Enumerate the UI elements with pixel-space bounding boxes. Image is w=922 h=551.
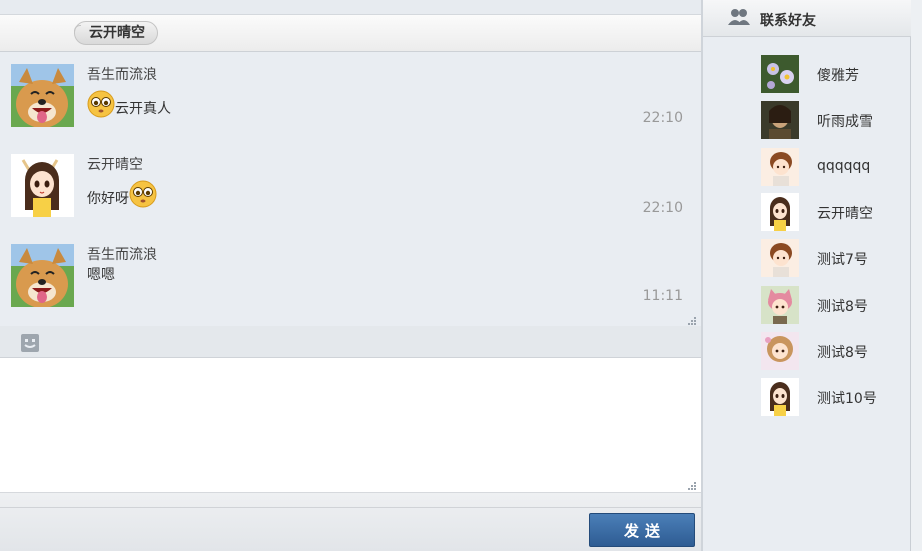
- message-text: 嗯嗯: [87, 267, 115, 283]
- contact-name: 测试8号: [817, 299, 868, 315]
- emoji-icon: [129, 180, 157, 208]
- resize-grip-icon[interactable]: [687, 479, 697, 490]
- message-body: 嗯嗯: [87, 264, 115, 284]
- footer-divider: [0, 507, 701, 508]
- chat-header: 云开晴空: [0, 14, 701, 52]
- message-sender: 吾生而流浪: [87, 247, 157, 263]
- resize-grip-icon[interactable]: [687, 314, 697, 325]
- contact-item[interactable]: 听雨成雪: [703, 101, 911, 141]
- message-sender: 吾生而流浪: [87, 67, 157, 83]
- contact-name: 测试8号: [817, 345, 868, 361]
- contact-name: 听雨成雪: [817, 114, 873, 130]
- contact-item[interactable]: 云开晴空: [703, 193, 911, 233]
- dog-avatar[interactable]: [11, 244, 74, 307]
- contact-item[interactable]: 测试10号: [703, 378, 911, 418]
- contact-name: qqqqqq: [817, 158, 871, 174]
- contact-name: 云开晴空: [817, 206, 873, 222]
- contact-item[interactable]: 傻雅芳: [703, 55, 911, 95]
- friends-icon: [728, 8, 750, 26]
- contact-item[interactable]: 测试7号: [703, 239, 911, 279]
- message-sender: 云开晴空: [87, 157, 143, 173]
- anime-girl-avatar[interactable]: [11, 154, 74, 217]
- anime-girl-avatar: [761, 378, 799, 416]
- message-text: 云开真人: [115, 101, 171, 117]
- input-toolbar: [0, 326, 701, 358]
- send-button[interactable]: 发送: [589, 513, 695, 547]
- message-item: 吾生而流浪 嗯嗯 11:11: [0, 244, 701, 324]
- dog-avatar[interactable]: [11, 64, 74, 127]
- message-time: 22:10: [642, 200, 683, 216]
- window-edge: [911, 0, 922, 551]
- contact-name: 测试7号: [817, 252, 868, 268]
- brown-hair-avatar: [761, 148, 799, 186]
- contacts-title: 联系好友: [760, 13, 816, 29]
- brown-hair-avatar: [761, 239, 799, 277]
- message-time: 11:11: [642, 288, 683, 304]
- chat-title-tab[interactable]: 云开晴空: [74, 21, 158, 45]
- message-item: 吾生而流浪 云开真人 22:10: [0, 64, 701, 144]
- contacts-header: 联系好友: [703, 0, 911, 37]
- pink-cat-avatar: [761, 286, 799, 324]
- emoji-picker-icon[interactable]: [21, 334, 39, 352]
- message-body: 云开真人: [87, 90, 171, 118]
- anime-girl-avatar: [761, 193, 799, 231]
- chat-panel: 云开晴空 吾生而流浪 云开真人 22:10 云开晴空 你好呀 22:10 吾生而…: [0, 0, 701, 551]
- contact-item[interactable]: qqqqqq: [703, 148, 911, 188]
- flower-avatar: [761, 55, 799, 93]
- message-text: 你好呀: [87, 191, 129, 207]
- contact-name: 傻雅芳: [817, 68, 859, 84]
- message-item: 云开晴空 你好呀 22:10: [0, 154, 701, 234]
- emoji-icon: [87, 90, 115, 118]
- contact-item[interactable]: 测试8号: [703, 332, 911, 372]
- message-body: 你好呀: [87, 180, 157, 208]
- message-input[interactable]: [0, 358, 701, 492]
- contact-item[interactable]: 测试8号: [703, 286, 911, 326]
- curly-girl-avatar: [761, 332, 799, 370]
- contact-name: 测试10号: [817, 391, 877, 407]
- message-time: 22:10: [642, 110, 683, 126]
- message-list: 吾生而流浪 云开真人 22:10 云开晴空 你好呀 22:10 吾生而流浪 嗯嗯…: [0, 52, 701, 326]
- top-strip: [0, 0, 701, 14]
- contacts-panel: 联系好友 傻雅芳 听雨成雪 qqqqqq 云开晴空 测试7号 测试8号 测试8号…: [703, 0, 911, 551]
- warrior-avatar: [761, 101, 799, 139]
